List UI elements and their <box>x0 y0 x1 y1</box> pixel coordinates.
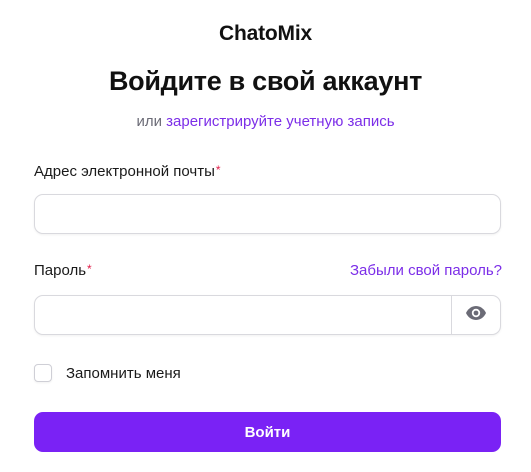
subtitle-prefix: или <box>136 113 162 130</box>
register-link[interactable]: зарегистрируйте учетную запись <box>166 113 394 130</box>
password-required-mark: * <box>87 262 92 276</box>
subtitle: или зарегистрируйте учетную запись <box>0 113 531 130</box>
email-field-wrapper <box>34 194 501 234</box>
eye-icon <box>465 305 487 326</box>
remember-me-label[interactable]: Запомнить меня <box>66 365 181 382</box>
remember-me: Запомнить меня <box>34 364 181 382</box>
password-label: Пароль* <box>34 262 92 279</box>
toggle-password-visibility-button[interactable] <box>451 296 500 334</box>
remember-me-checkbox[interactable] <box>34 364 52 382</box>
page-title: Войдите в свой аккаунт <box>108 66 423 96</box>
email-required-mark: * <box>215 163 221 177</box>
forgot-password-link[interactable]: Забыли свой пароль? <box>350 262 502 279</box>
email-field[interactable] <box>35 195 500 233</box>
password-field-wrapper <box>34 295 501 335</box>
brand-logo-text: ChatoMix <box>219 22 312 45</box>
password-field[interactable] <box>35 296 453 334</box>
email-label-text: Адрес электронной почты <box>34 163 215 180</box>
email-label: Адрес электронной почты* <box>34 163 221 180</box>
password-label-text: Пароль <box>34 262 87 279</box>
login-button[interactable]: Войти <box>34 412 501 452</box>
